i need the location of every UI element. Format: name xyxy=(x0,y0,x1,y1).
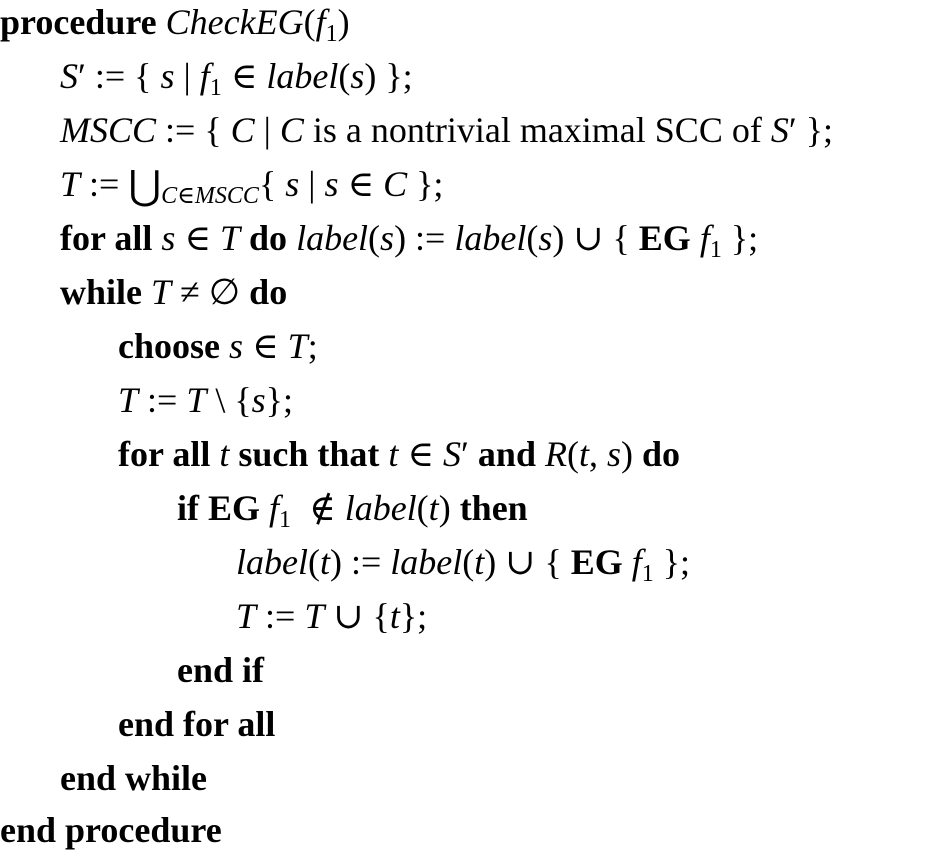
line-if: if EG f1 ∉ label(t) then xyxy=(177,488,528,533)
nontrivial-text: is a nontrivial maximal SCC of xyxy=(303,110,771,150)
line-while: while T ≠ ∅ do xyxy=(60,272,288,312)
line-label-update: label(t) := label(t) ∪ { EG f1 }; xyxy=(236,542,691,587)
line-s-prime: S′ := { s | f1 ∈ label(s) }; xyxy=(60,56,413,101)
line-t-union: T := ⋃C∈MSCC{ s | s ∈ C }; xyxy=(60,163,444,209)
line-mscc: MSCC := { C | C is a nontrivial maximal … xyxy=(60,110,833,150)
union-subscript: C∈MSCC xyxy=(161,183,259,209)
line-end-if: end if xyxy=(177,650,265,690)
kw-procedure: procedure xyxy=(0,2,157,42)
line-end-procedure: end procedure xyxy=(0,810,222,850)
line-end-for-all: end for all xyxy=(118,704,276,744)
line-end-while: end while xyxy=(60,758,208,798)
algorithm-listing: procedure CheckEG(f1) S′ := { s | f1 ∈ l… xyxy=(0,0,945,850)
line-t-minus: T := T \ {s}; xyxy=(118,380,293,420)
line-procedure-header: procedure CheckEG(f1) xyxy=(0,2,350,47)
proc-name: CheckEG xyxy=(165,2,304,42)
line-for-all-t: for all t such that t ∈ S′ and R(t, s) d… xyxy=(118,434,681,474)
line-t-union-t: T := T ∪ {t}; xyxy=(236,596,428,636)
line-for-all-label: for all s ∈ T do label(s) := label(s) ∪ … xyxy=(60,218,759,263)
line-choose: choose s ∈ T; xyxy=(118,326,318,366)
